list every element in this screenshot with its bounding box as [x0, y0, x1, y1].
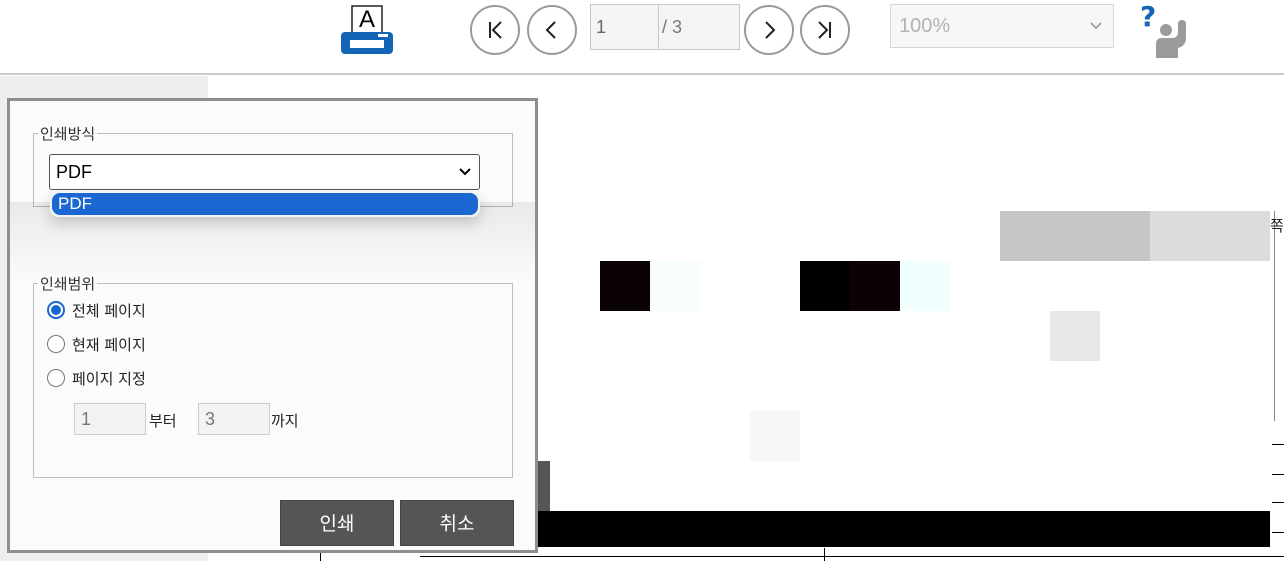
doc-black-bar: [534, 511, 1270, 547]
doc-rule: [824, 548, 825, 561]
current-page-input[interactable]: 1: [590, 4, 658, 50]
range-all-pages-label: 전체 페이지: [72, 301, 146, 320]
print-dialog: 인쇄방식 PDF PDF 인쇄범위 전체 페이지 현재 페이지 페이지 지정 1…: [7, 98, 538, 553]
range-current-page[interactable]: 현재 페이지: [47, 332, 146, 356]
chevron-down-icon: [459, 168, 471, 176]
radio-all-pages[interactable]: [47, 301, 65, 319]
doc-tint-block: [750, 411, 800, 461]
range-custom-pages[interactable]: 페이지 지정: [47, 366, 146, 390]
print-range-legend: 인쇄범위: [40, 275, 96, 293]
doc-gray-block-light: [1150, 211, 1270, 261]
page-total-label: / 3: [658, 4, 740, 50]
chevron-right-icon: [765, 21, 776, 39]
print-method-legend: 인쇄방식: [40, 125, 96, 143]
doc-partial-text: 쪽): [1270, 217, 1284, 235]
doc-tint-block: [650, 261, 700, 311]
first-page-icon: [489, 21, 502, 39]
range-to-input[interactable]: 3: [198, 403, 270, 435]
zoom-value: 100%: [899, 15, 951, 37]
doc-rule: [1272, 532, 1284, 533]
print-method-option-pdf[interactable]: PDF: [52, 193, 478, 215]
range-all-pages[interactable]: 전체 페이지: [47, 298, 146, 322]
next-page-button[interactable]: [744, 5, 794, 55]
chevron-down-icon: [1090, 22, 1102, 30]
cancel-button[interactable]: 취소: [400, 500, 514, 546]
radio-custom-pages[interactable]: [47, 369, 65, 387]
doc-dark-block: [600, 261, 650, 311]
range-to-label: 까지: [271, 412, 299, 430]
doc-gray-block: [1000, 211, 1150, 261]
doc-dark-block: [850, 261, 900, 311]
first-page-button[interactable]: [470, 5, 520, 55]
radio-current-page[interactable]: [47, 335, 65, 353]
range-from-label: 부터: [149, 412, 177, 430]
print-method-selected: PDF: [56, 162, 92, 182]
viewer-toolbar: A 1 / 3 100% ?: [0, 0, 1284, 75]
print-method-select[interactable]: PDF: [49, 154, 480, 190]
doc-rule: [1272, 444, 1284, 445]
help-question-mark: ?: [1140, 0, 1157, 33]
doc-rule: [1274, 211, 1275, 421]
range-from-input[interactable]: 1: [74, 403, 146, 435]
last-page-icon: [818, 21, 831, 39]
previous-page-button[interactable]: [527, 5, 577, 55]
printer-icon-letter: A: [359, 6, 376, 33]
last-page-button[interactable]: [800, 5, 850, 55]
chevron-left-icon: [545, 21, 556, 39]
doc-tint-block: [900, 261, 950, 311]
range-current-page-label: 현재 페이지: [72, 335, 146, 354]
doc-rule: [420, 556, 1284, 557]
printer-icon[interactable]: A: [338, 4, 396, 58]
help-icon[interactable]: ?: [1136, 0, 1192, 60]
range-custom-pages-label: 페이지 지정: [72, 369, 146, 388]
doc-dark-block: [800, 261, 850, 311]
doc-rule: [1272, 474, 1284, 475]
print-button[interactable]: 인쇄: [280, 500, 394, 546]
doc-rule: [1272, 502, 1284, 503]
print-method-dropdown: PDF: [50, 191, 480, 217]
doc-gray-block: [1050, 311, 1100, 361]
zoom-select[interactable]: 100%: [890, 4, 1114, 48]
